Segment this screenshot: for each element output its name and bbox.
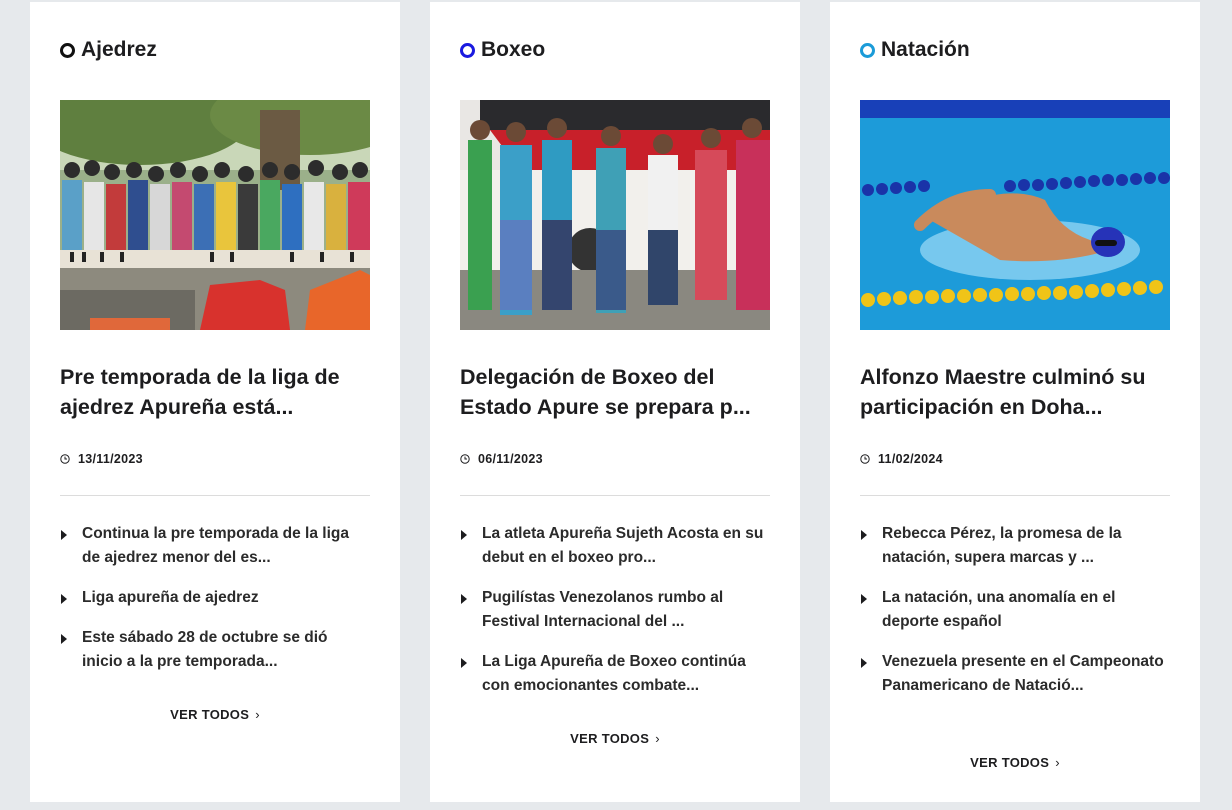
article-headline[interactable]: Delegación de Boxeo del Estado Apure se … [460,362,770,422]
caret-right-icon [461,594,467,604]
category-dot-icon [60,42,75,58]
caret-right-icon [861,594,867,604]
list-item[interactable]: Continua la pre temporada de la liga de … [60,522,370,570]
chevron-right-icon: › [1055,755,1060,770]
caret-right-icon [461,658,467,668]
date-text: 11/02/2024 [878,452,943,466]
divider [860,495,1170,496]
related-list: La atleta Apureña Sujeth Acosta en su de… [460,522,770,714]
article-photo[interactable] [860,100,1170,330]
news-card-natacion: Natación Alfonzo Maestre culminó su part… [830,2,1200,802]
caret-right-icon [861,530,867,540]
caret-right-icon [461,530,467,540]
clock-icon [860,454,870,464]
category-heading[interactable]: Boxeo [460,38,545,62]
date-text: 06/11/2023 [478,452,543,466]
category-dot-icon [860,42,875,58]
news-card-ajedrez: Ajedrez Pre temporada de la liga de ajed… [30,2,400,802]
divider [460,495,770,496]
article-headline[interactable]: Pre temporada de la liga de ajedrez Apur… [60,362,370,422]
article-date: 13/11/2023 [60,452,143,466]
list-item[interactable]: Pugilístas Venezolanos rumbo al Festival… [460,586,770,634]
list-item[interactable]: Venezuela presente en el Campeonato Pana… [860,650,1170,698]
list-item[interactable]: La Liga Apureña de Boxeo continúa con em… [460,650,770,698]
view-all-link[interactable]: VER TODOS › [430,731,800,746]
divider [60,495,370,496]
category-label: Boxeo [481,38,546,61]
news-card-boxeo: Boxeo Delegación de Boxeo del Estado Apu… [430,2,800,802]
category-dot-icon [460,42,475,58]
caret-right-icon [61,530,67,540]
related-list: Rebecca Pérez, la promesa de la natación… [860,522,1170,714]
caret-right-icon [61,594,67,604]
list-item[interactable]: Liga apureña de ajedrez [60,586,370,610]
chevron-right-icon: › [255,707,260,722]
category-label: Natación [881,38,970,61]
article-date: 06/11/2023 [460,452,543,466]
clock-icon [60,454,70,464]
date-text: 13/11/2023 [78,452,143,466]
clock-icon [460,454,470,464]
caret-right-icon [61,634,67,644]
list-item[interactable]: Rebecca Pérez, la promesa de la natación… [860,522,1170,570]
view-all-link[interactable]: VER TODOS › [30,707,400,722]
caret-right-icon [861,658,867,668]
related-list: Continua la pre temporada de la liga de … [60,522,370,690]
category-heading[interactable]: Ajedrez [60,38,157,62]
list-item[interactable]: La natación, una anomalía en el deporte … [860,586,1170,634]
chevron-right-icon: › [655,731,660,746]
list-item[interactable]: Este sábado 28 de octubre se dió inicio … [60,626,370,674]
article-headline[interactable]: Alfonzo Maestre culminó su participación… [860,362,1170,422]
category-heading[interactable]: Natación [860,38,970,62]
article-photo[interactable] [460,100,770,330]
category-label: Ajedrez [81,38,157,61]
list-item[interactable]: La atleta Apureña Sujeth Acosta en su de… [460,522,770,570]
article-date: 11/02/2024 [860,452,943,466]
article-photo[interactable] [60,100,370,330]
view-all-link[interactable]: VER TODOS › [830,755,1200,770]
